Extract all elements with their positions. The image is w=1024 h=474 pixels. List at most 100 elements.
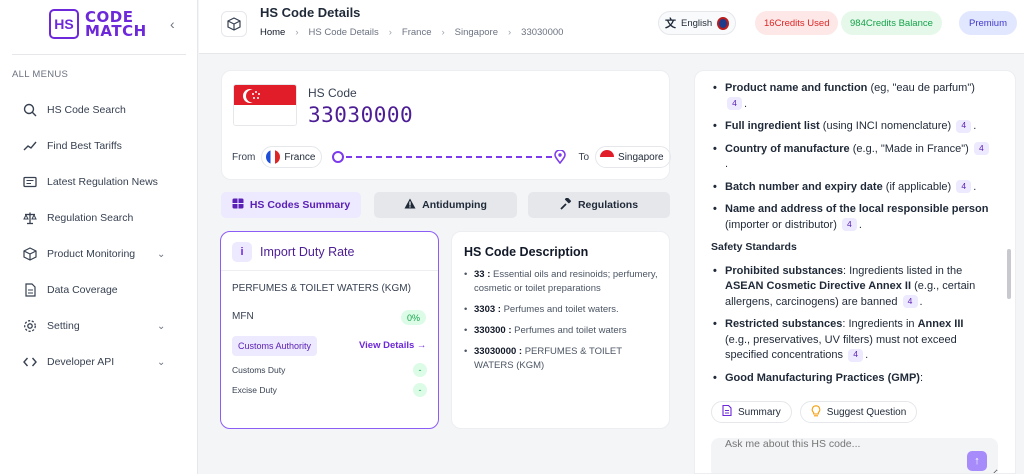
mfn-label: MFN: [232, 311, 254, 322]
bullet-bold: ASEAN Cosmetic Directive Annex II: [725, 280, 912, 292]
breadcrumb-current: 33030000: [521, 27, 564, 38]
uk-flag-icon: [717, 16, 729, 30]
safety-standards-list: Prohibited substances: Ingredients liste…: [711, 264, 991, 387]
citation-badge[interactable]: 4: [956, 180, 972, 194]
citation-badge[interactable]: 4: [956, 119, 972, 133]
list-item: Full ingredient list (using INCI nomencl…: [711, 119, 991, 135]
bullet-bold: Annex III: [917, 318, 964, 330]
menu-heading: ALL MENUS: [12, 69, 69, 80]
citation-badge[interactable]: 4: [841, 218, 857, 232]
chat-scrollbar[interactable]: [1007, 249, 1011, 299]
list-item: 330300 : Perfumes and toilet waters: [464, 324, 664, 338]
sidebar-item-data-coverage[interactable]: Data Coverage: [0, 272, 198, 308]
bullet-bold: Country of manufacture: [725, 142, 850, 155]
bullet-text: :: [919, 371, 924, 384]
hs-code-label: HS Code: [308, 86, 357, 100]
breadcrumb-hs-code-details[interactable]: HS Code Details: [309, 27, 379, 38]
customs-duty-value: -: [413, 363, 427, 377]
to-country: Singapore: [618, 151, 664, 163]
suggest-question-label: Suggest Question: [826, 406, 907, 418]
sidebar-item-hs-code-search[interactable]: HS Code Search: [0, 92, 198, 128]
language-selector[interactable]: 文 English: [658, 11, 736, 35]
citation-badge[interactable]: 4: [727, 97, 742, 111]
bullet-text: (using INCI nomenclature): [819, 120, 952, 132]
logo-mark: HS: [49, 9, 79, 39]
hs-description-card: HS Code Description 33 : Essential oils …: [451, 231, 670, 429]
singapore-mini-flag-icon: [600, 150, 615, 164]
premium-badge[interactable]: Premium: [959, 11, 1018, 35]
brand-logo[interactable]: HS CODE MATCH: [49, 9, 147, 39]
sidebar-item-product-monitoring[interactable]: Product Monitoring ⌄: [0, 236, 198, 272]
france-flag-icon: [266, 150, 281, 164]
from-country-pill[interactable]: France: [261, 146, 323, 168]
warning-icon: [404, 198, 416, 212]
divider: [221, 270, 438, 271]
chevron-down-icon[interactable]: ⌄: [157, 321, 165, 332]
list-item: Restricted substances: Ingredients in An…: [711, 317, 991, 364]
breadcrumb: Home › HS Code Details › France › Singap…: [260, 27, 563, 38]
description-text: Perfumes and toilet waters.: [500, 304, 619, 315]
breadcrumb-france[interactable]: France: [402, 27, 432, 38]
collapse-sidebar-icon[interactable]: ‹: [170, 16, 175, 32]
mfn-rate-badge: 0%: [401, 310, 427, 325]
sidebar-item-latest-regulation-news[interactable]: Latest Regulation News: [0, 164, 198, 200]
bullet-text: (e.g., preservatives, UV filters) must n…: [725, 333, 957, 362]
chat-input[interactable]: [711, 438, 998, 473]
tab-hs-codes-summary[interactable]: HS Codes Summary: [221, 192, 361, 218]
breadcrumb-separator-icon: ›: [388, 27, 392, 38]
citation-badge[interactable]: 4: [902, 295, 918, 309]
list-item: Batch number and expiry date (if applica…: [711, 180, 991, 196]
bullet-bold: Prohibited substances: [725, 264, 843, 277]
bullet-text: : Ingredients listed in the: [842, 264, 963, 277]
trend-icon: [22, 138, 38, 154]
destination-pin-icon: [554, 150, 567, 164]
to-country-pill[interactable]: Singapore: [595, 146, 671, 168]
description-code: 330300 :: [474, 325, 512, 336]
arrow-up-icon: ↑: [974, 455, 980, 467]
sidebar-item-label: Data Coverage: [47, 284, 118, 296]
bullet-bold: Restricted substances: [725, 318, 843, 330]
chevron-down-icon[interactable]: ⌄: [157, 249, 165, 260]
suggest-question-button[interactable]: Suggest Question: [799, 401, 918, 423]
hs-code-card: HS Code 33030000 From France To Singapor…: [221, 70, 671, 180]
breadcrumb-home[interactable]: Home: [260, 27, 285, 38]
sidebar: HS CODE MATCH ‹ ALL MENUS HS Code Search…: [0, 0, 198, 474]
box-icon: [22, 246, 38, 262]
code-icon: [22, 354, 38, 370]
sidebar-item-setting[interactable]: Setting ⌄: [0, 308, 198, 344]
list-item: Prohibited substances: Ingredients liste…: [711, 264, 991, 311]
breadcrumb-singapore[interactable]: Singapore: [455, 27, 498, 38]
citation-badge[interactable]: 4: [848, 348, 864, 362]
page-title: HS Code Details: [260, 5, 361, 20]
table-icon: [232, 198, 244, 212]
chevron-down-icon[interactable]: ⌄: [157, 357, 165, 368]
citation-badge[interactable]: 4: [973, 142, 989, 156]
send-button[interactable]: ↑: [967, 451, 987, 471]
summary-button[interactable]: Summary: [711, 401, 792, 423]
section-heading: Safety Standards: [711, 241, 797, 253]
sidebar-item-developer-api[interactable]: Developer API ⌄: [0, 344, 198, 380]
detail-tabs: HS Codes Summary Antidumping Regulations: [221, 192, 670, 218]
tab-antidumping[interactable]: Antidumping: [374, 192, 517, 218]
info-icon: i: [232, 242, 252, 262]
list-item: 3303 : Perfumes and toilet waters.: [464, 303, 664, 317]
bullet-bold: Name and address of the local responsibl…: [725, 203, 989, 215]
cube-icon: [221, 11, 247, 37]
chat-message: Product name and function (eg, "eau de p…: [711, 81, 991, 393]
tab-regulations[interactable]: Regulations: [528, 192, 670, 218]
credits-used-badge: 16Credits Used: [755, 11, 839, 35]
view-details-link[interactable]: View Details →: [359, 340, 426, 351]
bullet-text: : Ingredients in: [842, 318, 918, 330]
search-icon: [22, 102, 38, 118]
origin-pin-icon: [332, 151, 345, 163]
sidebar-item-find-best-tariffs[interactable]: Find Best Tariffs: [0, 128, 198, 164]
description-code: 3303 :: [474, 304, 501, 315]
sidebar-item-label: HS Code Search: [47, 104, 126, 116]
logo-line-2: MATCH: [85, 22, 147, 40]
news-icon: [22, 174, 38, 190]
customs-authority-badge[interactable]: Customs Authority: [232, 336, 318, 356]
tab-label: Regulations: [577, 199, 639, 211]
sidebar-item-regulation-search[interactable]: Regulation Search: [0, 200, 198, 236]
sidebar-menu: HS Code Search Find Best Tariffs Latest …: [0, 92, 198, 380]
from-label: From: [232, 151, 256, 163]
